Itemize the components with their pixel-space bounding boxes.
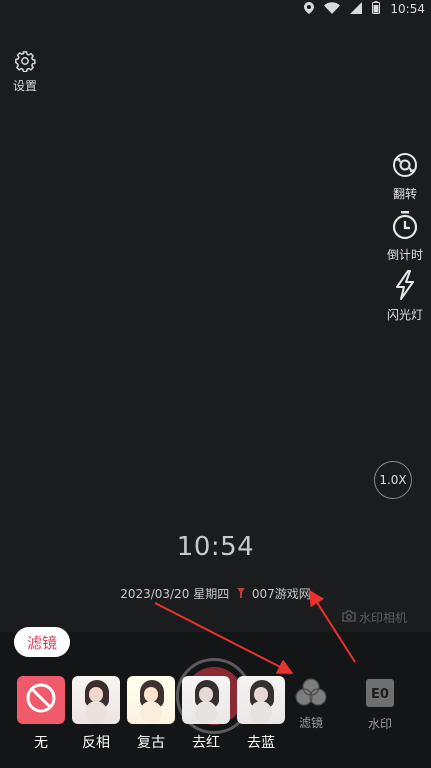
filter-thumb-invert <box>72 676 120 724</box>
filter-label: 去红 <box>192 735 220 751</box>
watermark-weekday: 星期四 <box>193 587 230 601</box>
filter-thumb-remove-red <box>182 676 230 724</box>
filter-item-remove-blue[interactable]: 去蓝 <box>237 676 285 752</box>
wifi-icon <box>324 1 341 17</box>
watermark-icon-glyph: E0 <box>371 687 389 702</box>
watermark-icon: E0 <box>365 679 395 712</box>
zoom-label: 1.0X <box>379 473 407 487</box>
filter-item-invert[interactable]: 反相 <box>72 676 120 752</box>
flip-camera-button[interactable]: 翻转 <box>383 151 427 202</box>
settings-label: 设置 <box>12 79 37 93</box>
signal-icon <box>350 1 363 17</box>
flash-button[interactable]: 闪光灯 <box>383 270 427 323</box>
camera-icon <box>342 610 356 625</box>
filter-label: 无 <box>34 735 48 751</box>
gear-icon <box>14 51 36 76</box>
status-bar: 10:54 <box>0 0 431 18</box>
filter-label: 反相 <box>82 735 110 751</box>
flash-label: 闪光灯 <box>386 308 423 322</box>
location-pin-icon <box>237 587 249 601</box>
filter-item-vintage[interactable]: 复古 <box>127 676 175 752</box>
filter-label: 复古 <box>137 735 165 751</box>
flip-camera-icon <box>391 153 419 183</box>
watermark-button[interactable]: E0 水印 <box>358 678 402 732</box>
location-icon <box>304 1 315 17</box>
filter-item-none[interactable]: 无 <box>17 676 65 752</box>
filter-label: 去蓝 <box>247 735 275 751</box>
watermark-date-line: 2023/03/20 星期四 007游戏网 <box>0 585 431 602</box>
settings-button[interactable]: 设置 <box>10 50 40 94</box>
watermark-location: 007游戏网 <box>251 587 311 601</box>
filter-button[interactable]: 滤镜 <box>289 677 333 731</box>
filter-thumb-vintage <box>127 676 175 724</box>
timer-button[interactable]: 倒计时 <box>383 210 427 263</box>
flash-icon <box>392 270 418 304</box>
prohibited-icon <box>25 682 57 718</box>
filter-icon <box>294 678 328 711</box>
filter-list: 无 反相 复古 去红 去蓝 <box>17 676 292 752</box>
watermark-button-label: 水印 <box>367 717 392 731</box>
zoom-button[interactable]: 1.0X <box>374 461 412 499</box>
filter-tag: 滤镜 <box>14 627 70 657</box>
watermark-camera-label: 水印相机 <box>342 609 407 626</box>
timer-label: 倒计时 <box>386 248 423 262</box>
flip-camera-label: 翻转 <box>392 187 417 201</box>
filter-item-remove-red[interactable]: 去红 <box>182 676 230 752</box>
filter-thumb-remove-blue <box>237 676 285 724</box>
watermark-clock: 10:54 <box>176 532 255 562</box>
battery-icon <box>372 1 381 17</box>
timer-icon <box>391 211 419 244</box>
watermark-date: 2023/03/20 <box>120 587 190 601</box>
filter-button-label: 滤镜 <box>298 716 323 730</box>
filter-thumb-none <box>17 676 65 724</box>
status-time: 10:54 <box>390 2 425 16</box>
watermark-camera-text: 水印相机 <box>359 611 408 625</box>
